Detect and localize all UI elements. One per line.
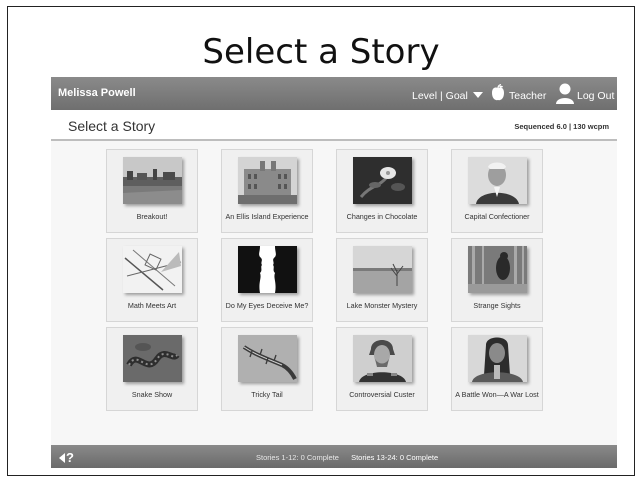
cocoa-flower-photo-icon (353, 157, 412, 204)
top-bar: Melissa Powell Level | Goal Teacher Log … (51, 77, 617, 110)
audio-help-button[interactable]: ? (59, 450, 74, 465)
app-window: Melissa Powell Level | Goal Teacher Log … (51, 77, 617, 468)
portrait-photo-icon (468, 335, 527, 382)
stories-1-12-status: Stories 1-12: 0 Complete (256, 453, 339, 462)
harbor-photo-icon (123, 157, 182, 204)
story-title: Breakout! (136, 212, 168, 221)
help-label: ? (66, 450, 74, 465)
lizard-photo-icon (238, 335, 297, 382)
stories-13-24-status: Stories 13-24: 0 Complete (351, 453, 439, 462)
portrait-photo-icon (353, 335, 412, 382)
story-tile[interactable]: Do My Eyes Deceive Me? (221, 238, 313, 322)
teacher-button[interactable]: Teacher (491, 83, 547, 105)
story-tile[interactable]: Controversial Custer (336, 327, 428, 411)
story-title: Tricky Tail (251, 390, 283, 399)
story-title: A Battle Won—A War Lost (455, 390, 539, 399)
snake-photo-icon (123, 335, 182, 382)
geometric-art-photo-icon (123, 246, 182, 293)
story-title: Lake Monster Mystery (346, 301, 418, 310)
story-title: Controversial Custer (349, 390, 415, 399)
teacher-label: Teacher (509, 90, 547, 102)
logout-button[interactable]: Log Out (556, 82, 614, 107)
story-title: Math Meets Art (127, 301, 177, 310)
level-goal-dropdown[interactable]: Level | Goal (412, 87, 483, 102)
story-title: Changes in Chocolate (346, 212, 418, 221)
story-tile[interactable]: Snake Show (106, 327, 198, 411)
slide-title: Select a Story (202, 32, 440, 72)
sequence-info: Sequenced 6.0 | 130 wcpm (514, 122, 609, 131)
apple-icon (491, 83, 505, 105)
logout-label: Log Out (577, 90, 615, 102)
slide-frame: Select a Story Melissa Powell Level | Go… (7, 6, 635, 476)
story-tile[interactable]: An Ellis Island Experience (221, 149, 313, 233)
story-tile[interactable]: Tricky Tail (221, 327, 313, 411)
story-tile[interactable]: Math Meets Art (106, 238, 198, 322)
story-title: Snake Show (131, 390, 173, 399)
speaker-icon (59, 452, 65, 463)
footer-bar: ? Stories 1-12: 0 Complete Stories 13-24… (51, 445, 617, 468)
story-title: An Ellis Island Experience (225, 212, 309, 221)
story-title: Capital Confectioner (464, 212, 530, 221)
progress-status: Stories 1-12: 0 Complete Stories 13-24: … (256, 453, 438, 462)
story-tile[interactable]: Breakout! (106, 149, 198, 233)
level-goal-label: Level | Goal (412, 90, 468, 102)
story-tile[interactable]: A Battle Won—A War Lost (451, 327, 543, 411)
forest-creature-photo-icon (468, 246, 527, 293)
page-title: Select a Story (68, 118, 156, 134)
sub-header: Select a Story Sequenced 6.0 | 130 wcpm (51, 110, 617, 141)
story-tile[interactable]: Changes in Chocolate (336, 149, 428, 233)
portrait-photo-icon (468, 157, 527, 204)
building-photo-icon (238, 157, 297, 204)
caret-down-icon (472, 91, 483, 98)
story-title: Strange Sights (473, 301, 521, 310)
story-tile[interactable]: Capital Confectioner (451, 149, 543, 233)
user-icon (556, 82, 574, 107)
lake-photo-icon (353, 246, 412, 293)
face-vase-illusion-icon (238, 246, 297, 293)
story-tile[interactable]: Strange Sights (451, 238, 543, 322)
user-name: Melissa Powell (58, 87, 136, 99)
story-tile[interactable]: Lake Monster Mystery (336, 238, 428, 322)
story-title: Do My Eyes Deceive Me? (225, 301, 309, 310)
